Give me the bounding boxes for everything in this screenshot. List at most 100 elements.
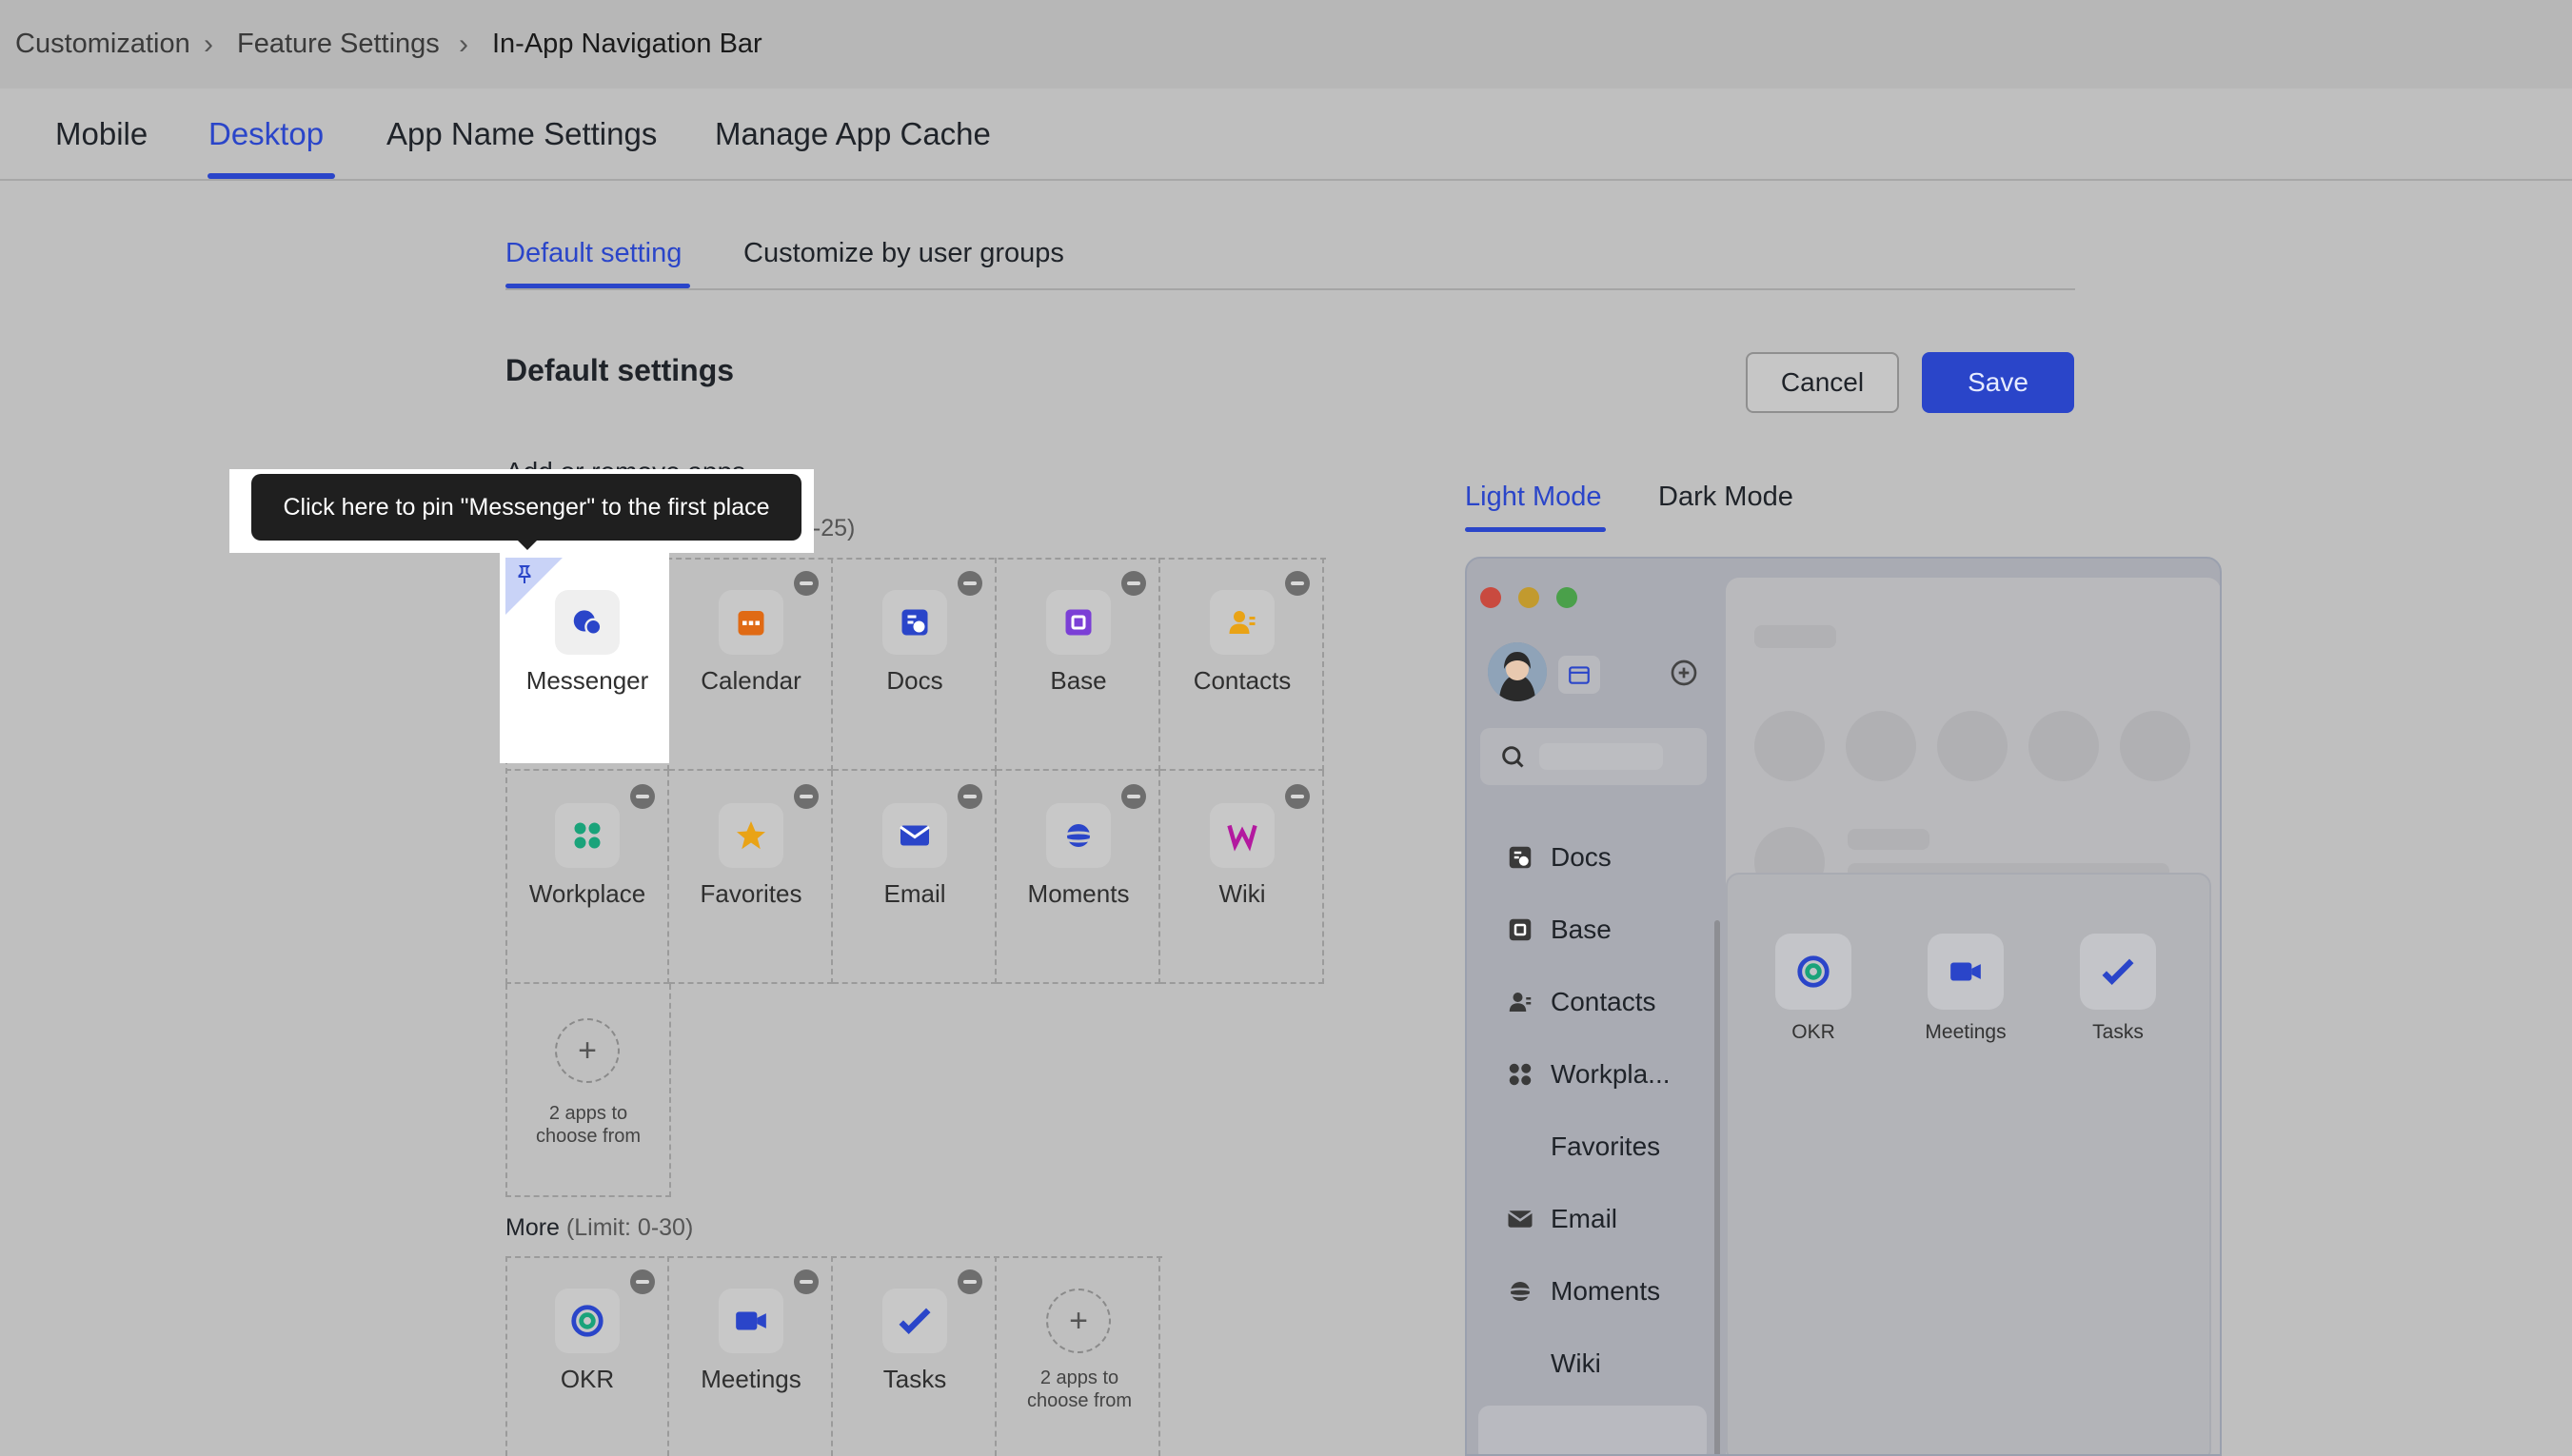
meetings-app[interactable] bbox=[719, 1289, 783, 1353]
preview-sidebar-item-favorites[interactable]: Favorites bbox=[1505, 1131, 1660, 1162]
preview-sidebar-item-workplace[interactable]: Workpla... bbox=[1505, 1059, 1671, 1090]
preview-sidebar-item-moments[interactable]: Moments bbox=[1505, 1276, 1660, 1307]
contacts-app[interactable] bbox=[1210, 590, 1275, 655]
remove-icon[interactable] bbox=[630, 1269, 655, 1294]
calendar-icon bbox=[719, 590, 783, 655]
remove-icon[interactable] bbox=[1121, 784, 1146, 809]
add-circle-icon[interactable] bbox=[1669, 658, 1699, 693]
more-popup: OKR Meetings Tasks bbox=[1726, 873, 2211, 1454]
contacts-icon bbox=[1210, 590, 1275, 655]
tab-desktop[interactable]: Desktop bbox=[208, 116, 324, 152]
tasks-icon[interactable] bbox=[2080, 934, 2156, 1010]
breadcrumb-customization[interactable]: Customization bbox=[15, 29, 190, 60]
workplace-app[interactable] bbox=[555, 803, 620, 868]
save-button[interactable]: Save bbox=[1922, 352, 2074, 413]
add-app-cell[interactable] bbox=[505, 984, 671, 1197]
preview-sidebar-label: Moments bbox=[1551, 1276, 1661, 1306]
okr-icon[interactable] bbox=[1775, 934, 1851, 1010]
remove-icon[interactable] bbox=[794, 571, 819, 596]
close-dot bbox=[1480, 587, 1501, 608]
cancel-button[interactable]: Cancel bbox=[1746, 352, 1899, 413]
more-app-cell bbox=[997, 1256, 1160, 1456]
add-icon[interactable]: + bbox=[555, 1018, 620, 1083]
preview-sidebar-item-docs[interactable]: Docs bbox=[1505, 842, 1612, 873]
tab-app-name-settings[interactable]: App Name Settings bbox=[386, 116, 657, 152]
favorites-app[interactable] bbox=[719, 803, 783, 868]
wiki-icon bbox=[1505, 1348, 1535, 1379]
remove-icon[interactable] bbox=[630, 784, 655, 809]
skeleton-circle bbox=[1754, 711, 1825, 781]
search-placeholder-bar bbox=[1539, 743, 1663, 770]
moments-icon bbox=[1505, 1276, 1535, 1307]
dark-mode-tab[interactable]: Dark Mode bbox=[1658, 482, 1793, 513]
wiki-icon bbox=[1210, 803, 1275, 868]
preview-sidebar-item-contacts[interactable]: Contacts bbox=[1505, 987, 1656, 1017]
tooltip-arrow bbox=[516, 539, 539, 550]
workplace-icon bbox=[555, 803, 620, 868]
preview-sidebar-label: Wiki bbox=[1551, 1348, 1601, 1378]
app-label: Moments bbox=[1027, 879, 1130, 908]
docs-icon bbox=[1505, 842, 1535, 873]
app-label: OKR bbox=[560, 1365, 615, 1393]
remove-icon[interactable] bbox=[1121, 571, 1146, 596]
meetings-icon[interactable] bbox=[1928, 934, 2004, 1010]
remove-icon[interactable] bbox=[794, 784, 819, 809]
preview-sidebar-label: Favorites bbox=[1551, 1131, 1661, 1161]
tasks-app[interactable] bbox=[882, 1289, 947, 1353]
skeleton-circle bbox=[2120, 711, 2190, 781]
okr-icon bbox=[555, 1289, 620, 1353]
moments-app[interactable] bbox=[1046, 803, 1111, 868]
skeleton-bar bbox=[1754, 625, 1836, 648]
choose-apps-text: 2 apps to choose from bbox=[1026, 1367, 1133, 1411]
remove-icon[interactable] bbox=[794, 1269, 819, 1294]
email-icon bbox=[882, 803, 947, 868]
app-label: Email bbox=[883, 879, 946, 908]
docs-app[interactable] bbox=[882, 590, 947, 655]
calendar-app[interactable] bbox=[719, 590, 783, 655]
base-app[interactable] bbox=[1046, 590, 1111, 655]
app-label: Meetings bbox=[701, 1365, 801, 1393]
light-mode-tab[interactable]: Light Mode bbox=[1465, 482, 1602, 513]
email-app[interactable] bbox=[882, 803, 947, 868]
add-icon[interactable]: + bbox=[1046, 1289, 1111, 1353]
preview-sidebar-label: Base bbox=[1551, 915, 1612, 944]
subtab-customize-by-user-groups[interactable]: Customize by user groups bbox=[743, 238, 1064, 269]
calendar-mini-icon[interactable] bbox=[1558, 656, 1600, 694]
remove-icon[interactable] bbox=[958, 784, 982, 809]
messenger-icon bbox=[555, 590, 620, 655]
tab-manage-app-cache[interactable]: Manage App Cache bbox=[715, 116, 991, 152]
app-label: Contacts bbox=[1193, 666, 1292, 695]
docs-icon bbox=[882, 590, 947, 655]
remove-icon[interactable] bbox=[1285, 571, 1310, 596]
subtab-default-setting[interactable]: Default setting bbox=[505, 238, 682, 269]
messenger-app[interactable] bbox=[555, 590, 620, 655]
preview-sidebar-item-wiki[interactable]: Wiki bbox=[1505, 1348, 1601, 1379]
moments-icon bbox=[1046, 803, 1111, 868]
tab-mobile[interactable]: Mobile bbox=[55, 116, 148, 152]
zoom-dot bbox=[1556, 587, 1577, 608]
sidebar-more-highlight bbox=[1478, 1406, 1707, 1454]
chevron-right-icon: › bbox=[459, 29, 468, 60]
skeleton-bar bbox=[1848, 829, 1929, 850]
app-label: Wiki bbox=[1218, 879, 1266, 908]
wiki-app[interactable] bbox=[1210, 803, 1275, 868]
app-label: Workplace bbox=[528, 879, 646, 908]
breadcrumb-feature-settings[interactable]: Feature Settings bbox=[237, 29, 440, 60]
favorites-icon bbox=[1505, 1131, 1535, 1162]
email-icon bbox=[1505, 1204, 1535, 1234]
app-label: Base bbox=[1050, 666, 1107, 695]
minimize-dot bbox=[1518, 587, 1539, 608]
remove-icon[interactable] bbox=[958, 571, 982, 596]
pin-icon[interactable] bbox=[513, 563, 536, 591]
choose-apps-text: 2 apps to choose from bbox=[535, 1103, 642, 1147]
remove-icon[interactable] bbox=[1285, 784, 1310, 809]
app-label: Favorites bbox=[700, 879, 802, 908]
okr-app[interactable] bbox=[555, 1289, 620, 1353]
search-box[interactable] bbox=[1480, 728, 1707, 785]
remove-icon[interactable] bbox=[958, 1269, 982, 1294]
preview-sidebar-item-base[interactable]: Base bbox=[1505, 915, 1612, 945]
desktop-preview: Docs Base Contacts Workpla... Favorites Email… bbox=[1465, 557, 2222, 1456]
preview-sidebar-item-email[interactable]: Email bbox=[1505, 1204, 1617, 1234]
scrollbar[interactable] bbox=[1714, 920, 1720, 1454]
breadcrumb-current: In-App Navigation Bar bbox=[492, 29, 762, 59]
